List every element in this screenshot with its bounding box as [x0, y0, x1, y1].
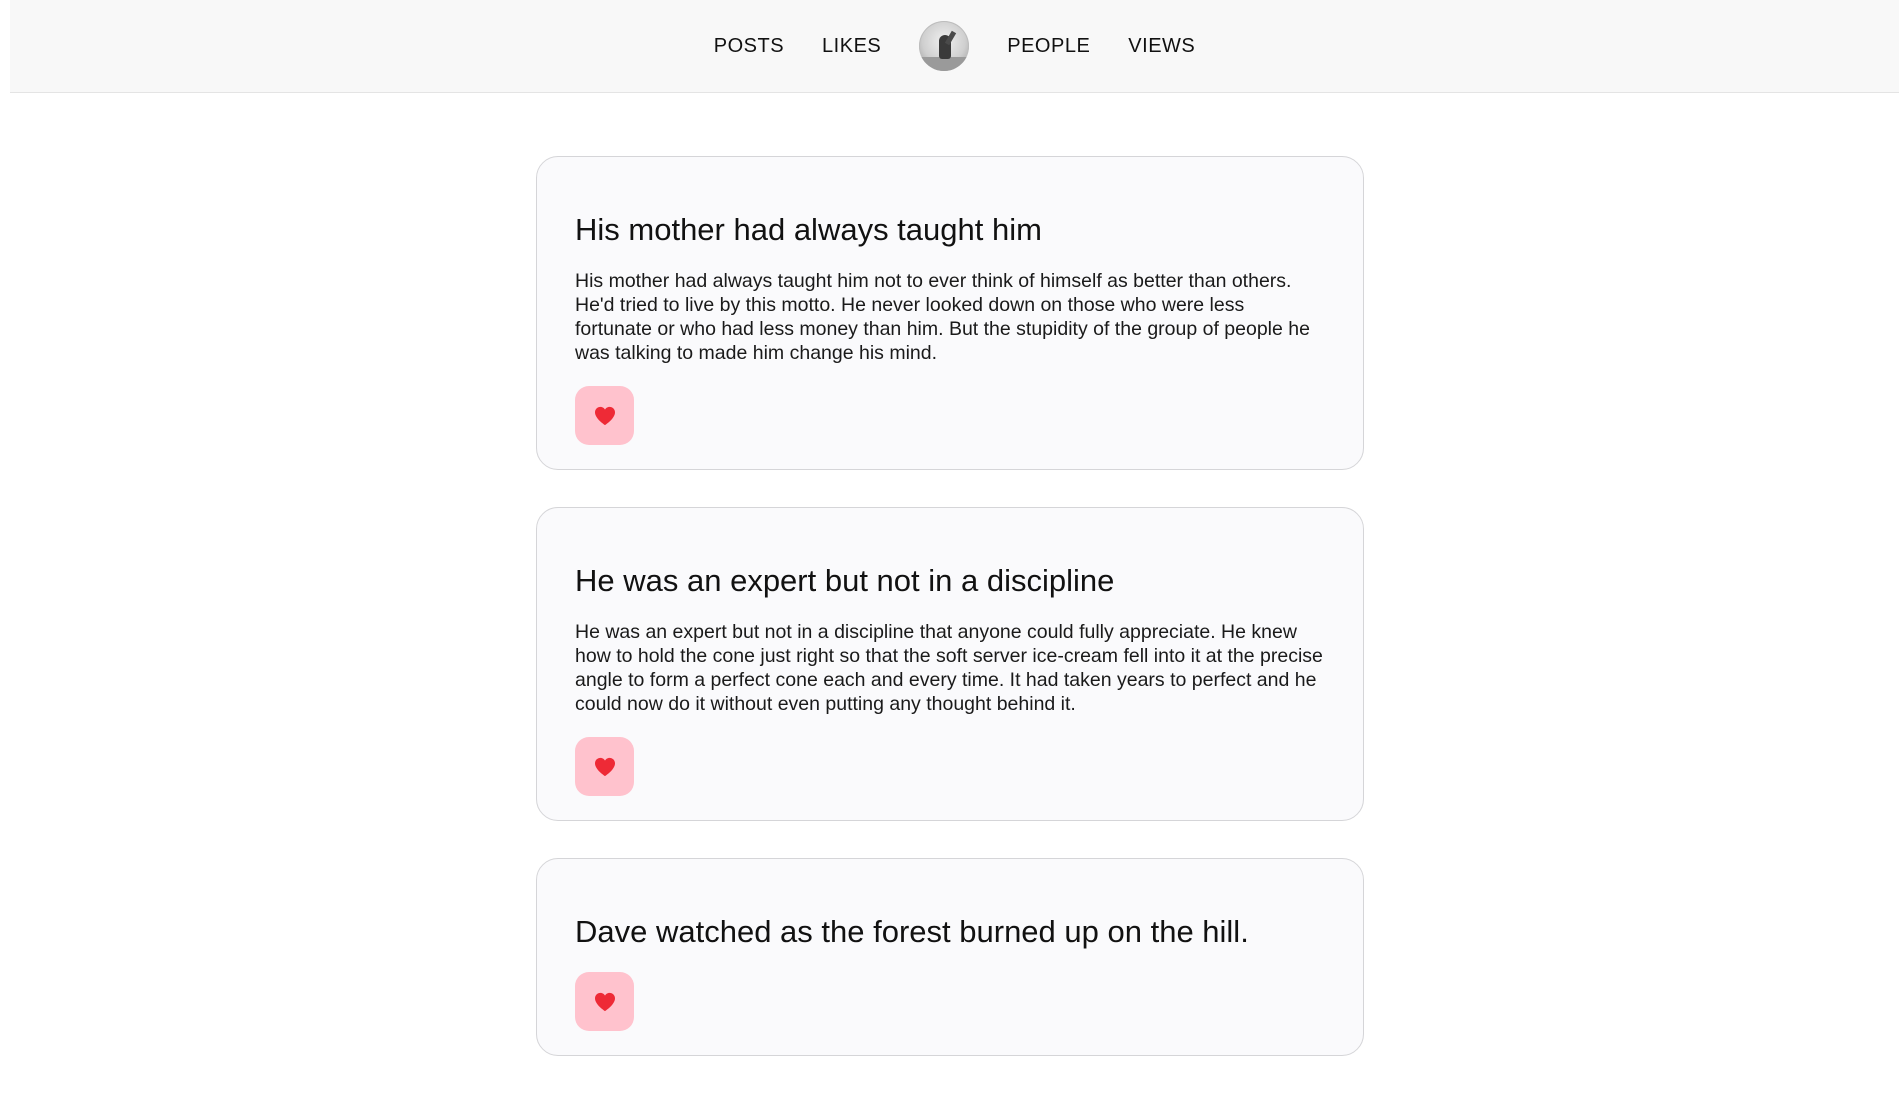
profile-avatar[interactable]: [919, 21, 970, 71]
heart-icon: [594, 406, 615, 425]
post-card: His mother had always taught him His mot…: [536, 156, 1364, 470]
post-title: His mother had always taught him: [575, 212, 1042, 247]
heart-icon: [594, 992, 615, 1011]
post-card: Dave watched as the forest burned up on …: [536, 858, 1364, 1056]
like-button[interactable]: [575, 737, 634, 796]
nav-likes-link[interactable]: LIKES: [822, 35, 881, 58]
post-card: He was an expert but not in a discipline…: [536, 507, 1364, 821]
like-button[interactable]: [575, 972, 634, 1031]
post-body: His mother had always taught him not to …: [575, 270, 1310, 364]
post-body: He was an expert but not in a discipline…: [575, 621, 1323, 715]
nav-people-link[interactable]: PEOPLE: [1007, 35, 1090, 58]
heart-icon: [594, 757, 615, 776]
nav-views-link[interactable]: VIEWS: [1128, 35, 1195, 58]
nav-posts-link[interactable]: POSTS: [714, 35, 784, 58]
avatar-ground: [919, 57, 970, 71]
post-title: He was an expert but not in a discipline: [575, 563, 1115, 598]
post-feed: His mother had always taught him His mot…: [536, 156, 1364, 1093]
post-title: Dave watched as the forest burned up on …: [575, 914, 1249, 949]
main-nav: POSTS LIKES PEOPLE VIEWS: [10, 0, 1899, 92]
like-button[interactable]: [575, 386, 634, 445]
top-navigation-bar: POSTS LIKES PEOPLE VIEWS: [10, 0, 1899, 93]
